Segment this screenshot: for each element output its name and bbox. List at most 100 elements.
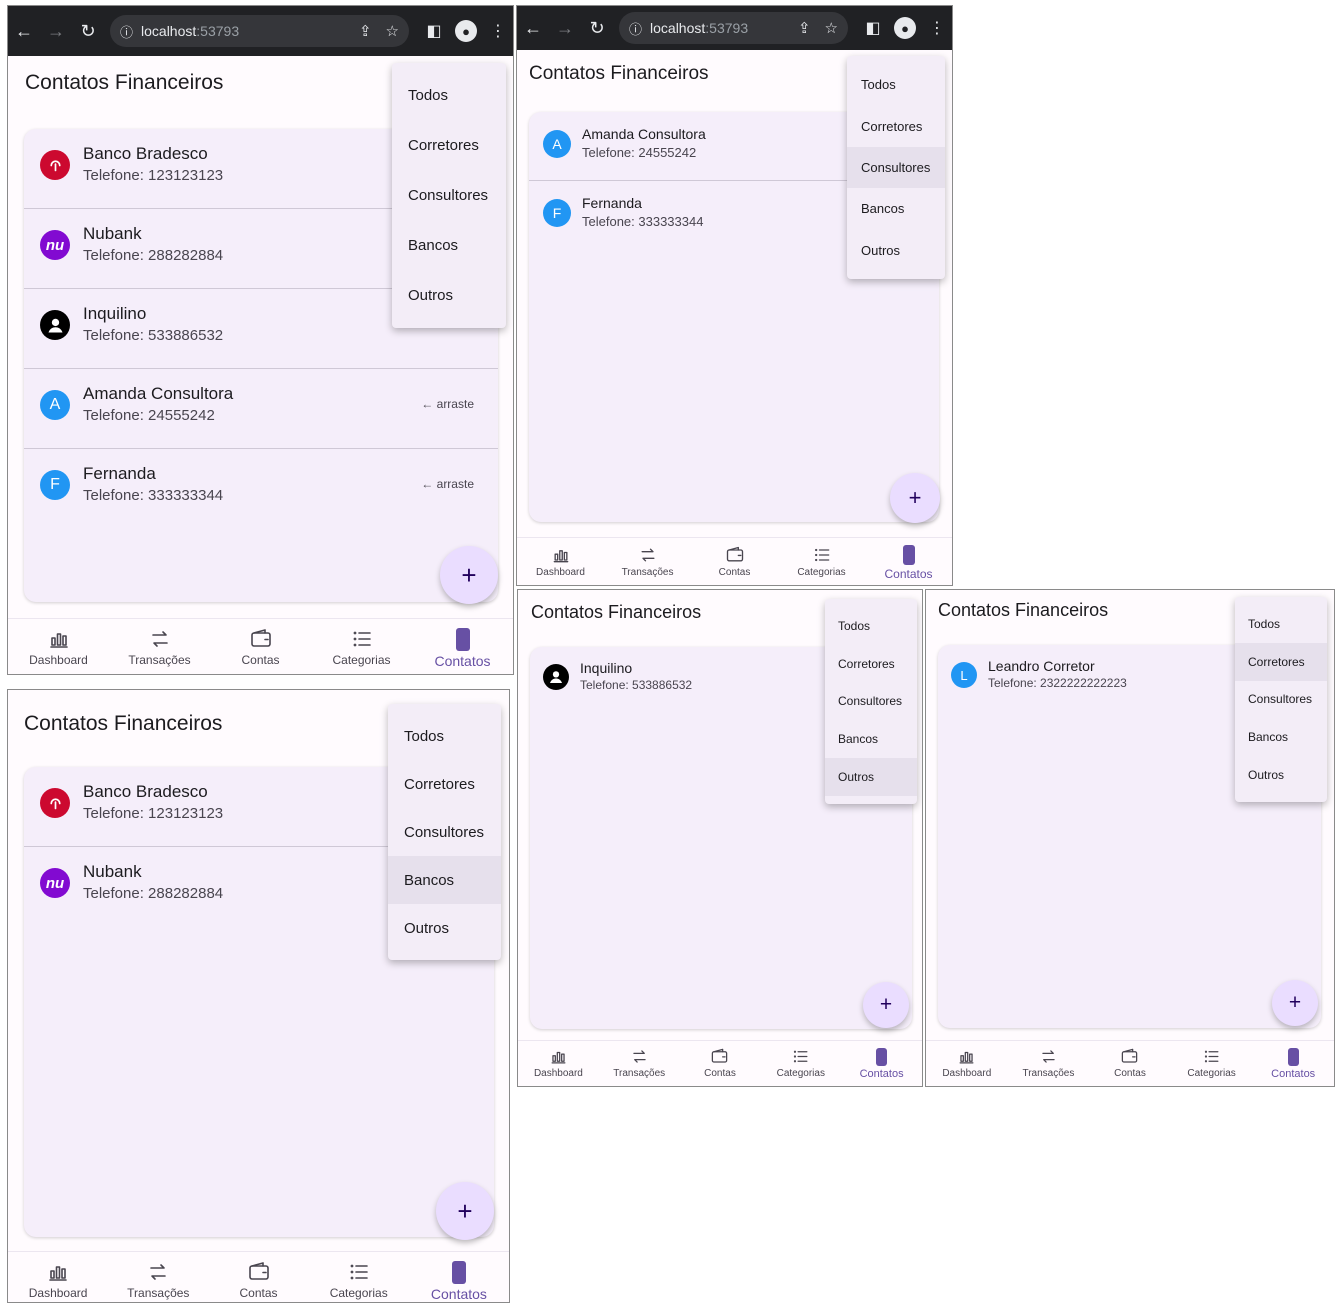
filter-option-consultores[interactable]: Consultores bbox=[388, 808, 501, 856]
plus-icon: + bbox=[879, 993, 893, 1016]
nav-item-dashboard[interactable]: Dashboard bbox=[517, 545, 604, 585]
nav-item-transacoes[interactable]: Transações bbox=[604, 545, 691, 585]
side-panel-icon[interactable]: ◧ bbox=[858, 18, 888, 38]
filter-option-bancos[interactable]: Bancos bbox=[1235, 718, 1327, 756]
filter-option-outros[interactable]: Outros bbox=[388, 904, 501, 952]
address-bar[interactable]: ⓘ localhost:53793 ⇪ ☆ bbox=[110, 15, 409, 47]
info-icon[interactable]: ⓘ bbox=[120, 22, 133, 41]
forward-icon[interactable]: → bbox=[40, 21, 72, 42]
browser-menu-icon[interactable]: ⋮ bbox=[483, 21, 513, 41]
filter-option-bancos[interactable]: Bancos bbox=[847, 188, 945, 229]
add-contact-button[interactable]: + bbox=[1272, 980, 1318, 1026]
forward-icon[interactable]: → bbox=[549, 18, 581, 39]
nav-item-contatos[interactable]: Contatos bbox=[841, 1047, 922, 1086]
profile-icon[interactable]: ● bbox=[455, 20, 477, 42]
filter-option-bancos[interactable]: Bancos bbox=[388, 856, 501, 904]
nav-item-transacoes[interactable]: Transações bbox=[599, 1047, 680, 1086]
nav-item-transacoes[interactable]: Transações bbox=[1008, 1047, 1090, 1086]
filter-option-consultores[interactable]: Consultores bbox=[392, 171, 506, 221]
nav-label: Categorias bbox=[776, 1068, 825, 1079]
nav-item-transacoes[interactable]: Transações bbox=[108, 1260, 208, 1302]
nav-item-contas[interactable]: Contas bbox=[208, 1260, 308, 1302]
nav-item-contatos[interactable]: Contatos bbox=[409, 1260, 509, 1302]
filter-option-corretores[interactable]: Corretores bbox=[847, 105, 945, 146]
add-contact-button[interactable]: + bbox=[890, 473, 940, 523]
nav-item-contas[interactable]: Contas bbox=[210, 627, 311, 674]
filter-option-todos[interactable]: Todos bbox=[388, 712, 501, 760]
contact-phone: Telefone: 333333344 bbox=[582, 214, 704, 229]
filter-option-label: Bancos bbox=[404, 871, 455, 889]
nav-item-categorias[interactable]: Categorias bbox=[760, 1047, 841, 1086]
nav-icon-box bbox=[630, 1047, 649, 1066]
filter-option-consultores[interactable]: Consultores bbox=[847, 146, 945, 189]
filter-option-corretores[interactable]: Corretores bbox=[388, 760, 501, 808]
back-icon[interactable]: ← bbox=[8, 21, 40, 42]
browser-menu-icon[interactable]: ⋮ bbox=[922, 18, 952, 38]
wallet-icon bbox=[725, 545, 745, 565]
filter-option-consultores[interactable]: Consultores bbox=[1235, 681, 1327, 719]
share-icon[interactable]: ⇪ bbox=[359, 22, 372, 40]
nav-item-transacoes[interactable]: Transações bbox=[109, 627, 210, 674]
nav-item-dashboard[interactable]: Dashboard bbox=[518, 1047, 599, 1086]
address-bar[interactable]: ⓘ localhost:53793 ⇪ ☆ bbox=[619, 12, 848, 44]
nav-item-contas[interactable]: Contas bbox=[680, 1047, 761, 1086]
app-screen-outros: Contatos Financeiros Inquilino Telefone: 5… bbox=[517, 589, 923, 1087]
bradesco-logo-icon bbox=[40, 788, 70, 818]
reload-icon[interactable]: ↻ bbox=[581, 18, 613, 39]
nav-label: Dashboard bbox=[536, 567, 585, 578]
bookmark-star-icon[interactable]: ☆ bbox=[825, 19, 838, 37]
phone-icon bbox=[455, 627, 470, 651]
nav-item-dashboard[interactable]: Dashboard bbox=[926, 1047, 1008, 1086]
nav-item-categorias[interactable]: Categorias bbox=[1171, 1047, 1253, 1086]
nav-icon-box bbox=[1120, 1047, 1139, 1066]
nav-item-contatos[interactable]: Contatos bbox=[1252, 1047, 1334, 1086]
add-contact-button[interactable]: + bbox=[440, 546, 498, 604]
filter-option-label: Bancos bbox=[408, 236, 459, 254]
side-panel-icon[interactable]: ◧ bbox=[419, 21, 449, 41]
nav-item-dashboard[interactable]: Dashboard bbox=[8, 1260, 108, 1302]
filter-option-outros[interactable]: Outros bbox=[847, 230, 945, 271]
add-contact-button[interactable]: + bbox=[863, 982, 909, 1028]
nav-icon-box bbox=[148, 627, 172, 651]
wallet-icon bbox=[710, 1047, 729, 1066]
contact-name: Inquilino bbox=[83, 304, 147, 323]
filter-option-todos[interactable]: Todos bbox=[392, 71, 506, 121]
filter-option-label: Consultores bbox=[404, 823, 485, 841]
nav-icon-box bbox=[247, 1260, 271, 1284]
filter-option-corretores[interactable]: Corretores bbox=[825, 645, 917, 683]
nav-item-categorias[interactable]: Categorias bbox=[311, 627, 412, 674]
nav-item-contas[interactable]: Contas bbox=[691, 545, 778, 585]
nav-item-categorias[interactable]: Categorias bbox=[309, 1260, 409, 1302]
list-icon bbox=[347, 1260, 371, 1284]
filter-option-bancos[interactable]: Bancos bbox=[825, 720, 917, 758]
filter-option-corretores[interactable]: Corretores bbox=[392, 121, 506, 171]
filter-option-todos[interactable]: Todos bbox=[847, 64, 945, 105]
filter-option-corretores[interactable]: Corretores bbox=[1235, 642, 1327, 681]
list-item-fernanda[interactable]: F Fernanda Telefone: 333333344 ← arraste bbox=[24, 449, 498, 529]
nav-icon-box bbox=[902, 545, 915, 565]
share-icon[interactable]: ⇪ bbox=[798, 19, 811, 37]
nav-item-categorias[interactable]: Categorias bbox=[778, 545, 865, 585]
list-item-amanda[interactable]: A Amanda Consultora Telefone: 24555242 ← ar… bbox=[24, 369, 498, 449]
filter-option-consultores[interactable]: Consultores bbox=[825, 683, 917, 721]
bookmark-star-icon[interactable]: ☆ bbox=[386, 22, 399, 40]
back-icon[interactable]: ← bbox=[517, 18, 549, 39]
filter-option-outros[interactable]: Outros bbox=[392, 270, 506, 320]
reload-icon[interactable]: ↻ bbox=[72, 21, 104, 42]
filter-option-todos[interactable]: Todos bbox=[1235, 605, 1327, 643]
phone-icon bbox=[451, 1260, 466, 1284]
nav-label: Contas bbox=[1114, 1068, 1146, 1079]
info-icon[interactable]: ⓘ bbox=[629, 19, 642, 38]
filter-option-bancos[interactable]: Bancos bbox=[392, 220, 506, 270]
nav-item-contatos[interactable]: Contatos bbox=[412, 627, 513, 674]
filter-option-outros[interactable]: Outros bbox=[1235, 756, 1327, 794]
nav-item-contatos[interactable]: Contatos bbox=[865, 545, 952, 585]
profile-icon[interactable]: ● bbox=[894, 17, 916, 39]
filter-option-label: Todos bbox=[838, 618, 871, 633]
filter-option-outros[interactable]: Outros bbox=[825, 758, 917, 796]
nav-item-dashboard[interactable]: Dashboard bbox=[8, 627, 109, 674]
filter-option-todos[interactable]: Todos bbox=[825, 607, 917, 645]
add-contact-button[interactable]: + bbox=[436, 1182, 494, 1240]
nav-item-contas[interactable]: Contas bbox=[1089, 1047, 1171, 1086]
nav-label: Contatos bbox=[434, 653, 491, 669]
